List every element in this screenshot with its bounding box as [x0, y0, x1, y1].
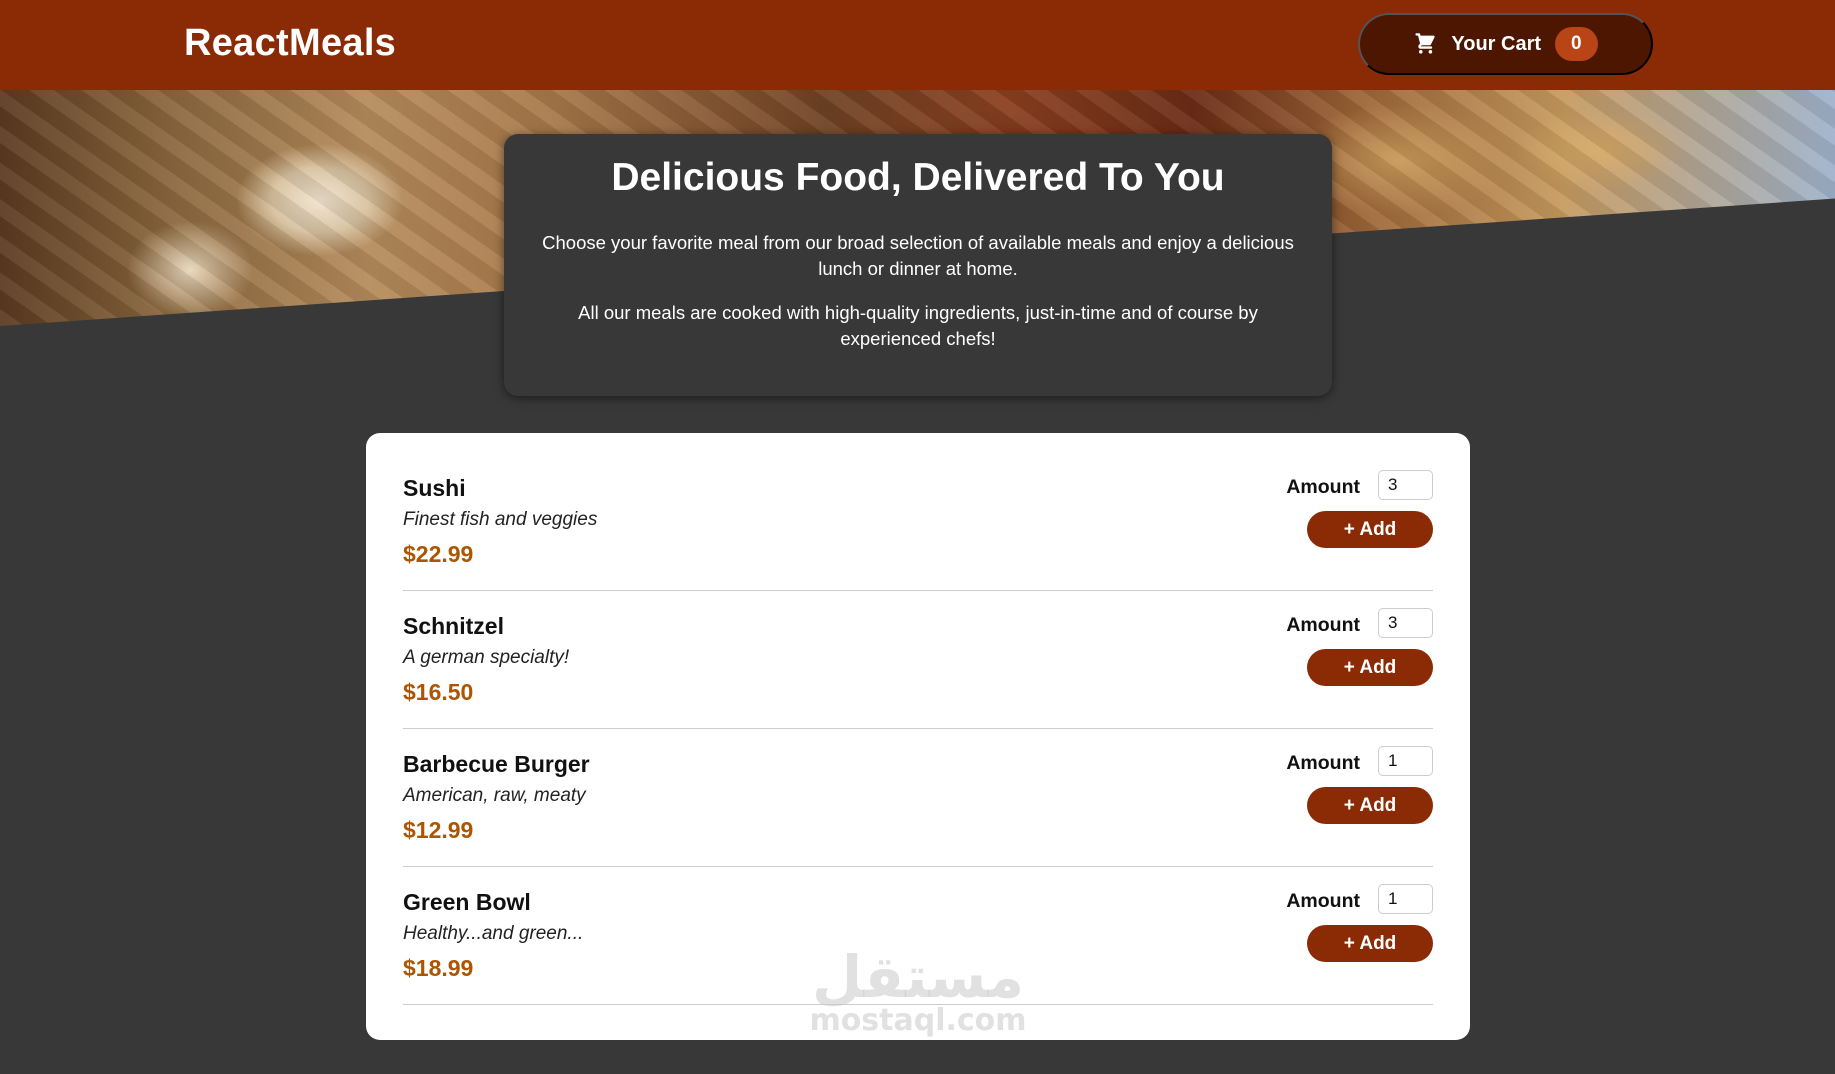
summary-paragraph: All our meals are cooked with high-quali… — [578, 302, 1258, 349]
brand-logo-text: ReactMeals — [184, 22, 397, 64]
add-to-cart-button[interactable]: + Add — [1307, 787, 1433, 824]
amount-input[interactable] — [1378, 884, 1433, 914]
amount-label: Amount — [1286, 476, 1360, 498]
amount-input[interactable] — [1378, 746, 1433, 776]
meal-price: $18.99 — [403, 955, 474, 981]
meal-price: $12.99 — [403, 817, 474, 843]
meal-name: Schnitzel — [403, 613, 504, 639]
app-header: ReactMeals Your Cart 0 — [0, 0, 1835, 90]
meal-item: Sushi Finest fish and veggies $22.99 Amo… — [403, 453, 1433, 591]
meal-description: A german specialty! — [403, 647, 570, 668]
meal-item: Green Bowl Healthy...and green... $18.99… — [403, 867, 1433, 1005]
cart-icon — [1413, 32, 1437, 56]
summary-title: Delicious Food, Delivered To You — [611, 156, 1225, 199]
summary-paragraph: Choose your favorite meal from our broad… — [542, 232, 1294, 279]
meal-description: Finest fish and veggies — [403, 509, 598, 530]
meal-item: Barbecue Burger American, raw, meaty $12… — [403, 729, 1433, 867]
meal-description: American, raw, meaty — [403, 785, 586, 806]
amount-label: Amount — [1286, 752, 1360, 774]
cart-label: Your Cart — [1451, 32, 1542, 55]
meal-description: Healthy...and green... — [403, 923, 584, 944]
add-to-cart-button[interactable]: + Add — [1307, 649, 1433, 686]
cart-count-badge: 0 — [1555, 27, 1598, 61]
meal-price: $16.50 — [403, 679, 474, 705]
amount-input[interactable] — [1378, 608, 1433, 638]
meals-summary: Delicious Food, Delivered To You Choose … — [504, 134, 1332, 396]
available-meals-card: Sushi Finest fish and veggies $22.99 Amo… — [366, 433, 1470, 1040]
amount-input[interactable] — [1378, 470, 1433, 500]
meal-name: Barbecue Burger — [403, 751, 590, 777]
meal-name: Green Bowl — [403, 889, 531, 915]
add-to-cart-button[interactable]: + Add — [1307, 511, 1433, 548]
meal-name: Sushi — [403, 475, 466, 501]
cart-button[interactable]: Your Cart 0 — [1358, 13, 1653, 75]
amount-label: Amount — [1286, 890, 1360, 912]
add-to-cart-button[interactable]: + Add — [1307, 925, 1433, 962]
amount-label: Amount — [1286, 614, 1360, 636]
meal-price: $22.99 — [403, 541, 474, 567]
meal-item: Schnitzel A german specialty! $16.50 Amo… — [403, 591, 1433, 729]
